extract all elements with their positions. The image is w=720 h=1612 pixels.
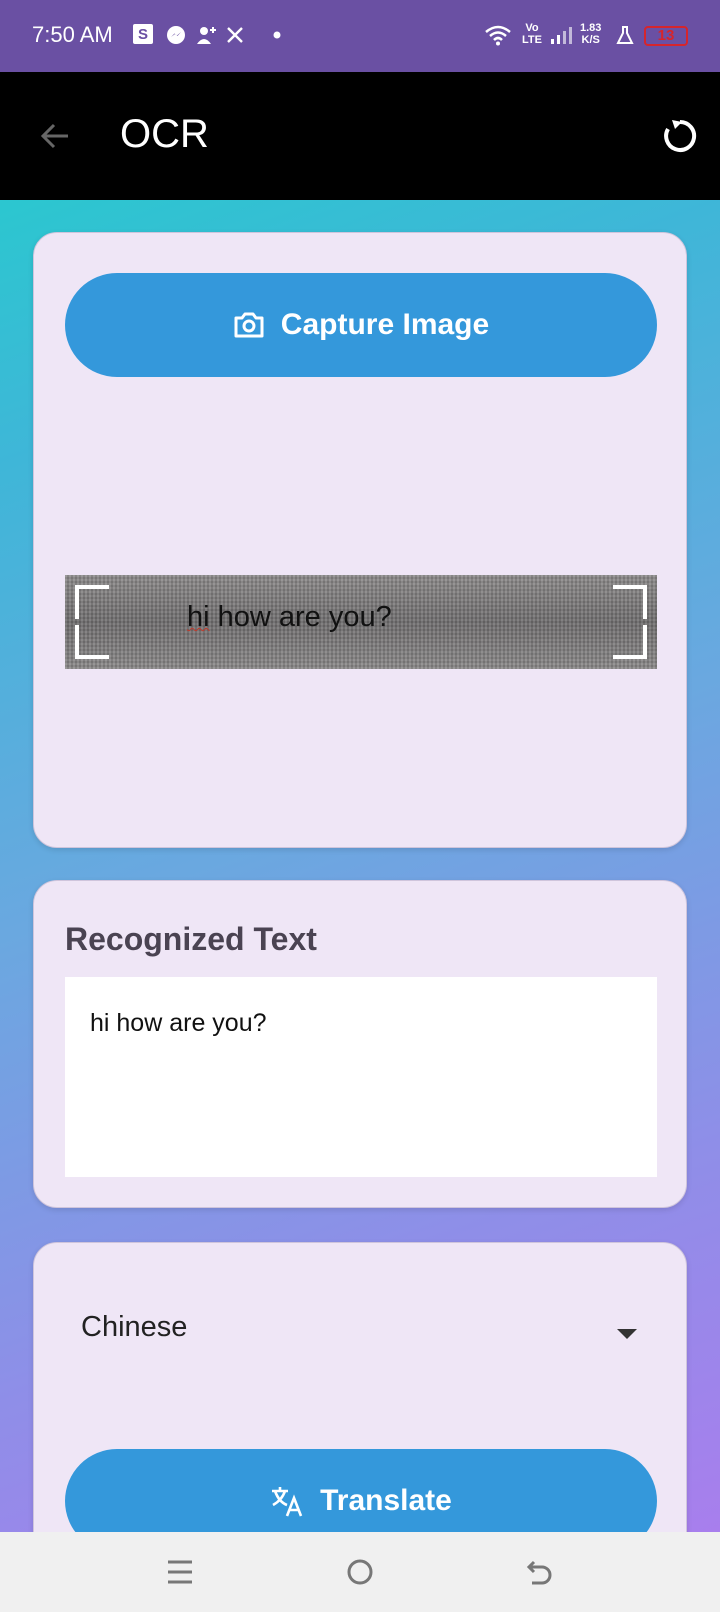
add-person-icon (195, 24, 217, 46)
chevron-down-icon (617, 1329, 637, 1339)
recognized-text-title: Recognized Text (65, 921, 317, 957)
capture-image-button[interactable]: Capture Image (65, 273, 657, 377)
back-arrow-icon (526, 1560, 552, 1585)
flask-icon (614, 24, 636, 46)
preview-image-text: hi how are you? (187, 601, 392, 633)
system-nav-bar (0, 1532, 720, 1612)
messenger-icon (165, 24, 187, 46)
capture-card: Capture Image hi how are you? (33, 232, 687, 848)
camera-icon (234, 312, 264, 338)
arrow-left-icon (40, 123, 68, 149)
recognized-text-card: Recognized Text hi how are you? (33, 880, 687, 1208)
frame-corner-bottom-right (613, 625, 647, 659)
translate-card: Chinese Translate (33, 1242, 687, 1582)
frame-corner-top-left (75, 585, 109, 619)
back-button[interactable] (36, 116, 76, 156)
volte-indicator: Vo LTE (522, 22, 542, 46)
notification-s-icon: S (133, 24, 153, 44)
status-bar: 7:50 AM S Vo LTE 1.83 K/S 13 (0, 0, 720, 72)
dot-icon (266, 24, 288, 46)
frame-corner-bottom-left (75, 625, 109, 659)
language-dropdown[interactable]: Chinese (65, 1279, 657, 1379)
language-selected: Chinese (81, 1311, 188, 1343)
refresh-button[interactable] (660, 116, 700, 156)
status-time: 7:50 AM (32, 22, 113, 47)
recognized-text-value: hi how are you? (90, 1009, 267, 1037)
battery-indicator: 13 (644, 26, 688, 46)
back-nav-button[interactable] (520, 1552, 560, 1592)
recent-apps-button[interactable] (160, 1552, 200, 1592)
translate-icon (272, 1487, 303, 1517)
speed-indicator: 1.83 K/S (580, 22, 602, 46)
home-button[interactable] (340, 1552, 380, 1592)
signal-icon (550, 24, 574, 46)
menu-icon (168, 1560, 192, 1584)
app-bar: OCR (0, 72, 720, 200)
frame-corner-top-right (613, 585, 647, 619)
refresh-icon (664, 119, 697, 152)
page-title: OCR (120, 112, 209, 156)
home-circle-icon (347, 1559, 373, 1585)
wifi-icon (484, 24, 512, 46)
recognized-text-field[interactable]: hi how are you? (65, 977, 657, 1177)
captured-image-preview: hi how are you? (65, 575, 657, 669)
x-icon (224, 24, 246, 46)
translate-label: Translate (320, 1484, 452, 1517)
capture-image-label: Capture Image (280, 308, 490, 341)
